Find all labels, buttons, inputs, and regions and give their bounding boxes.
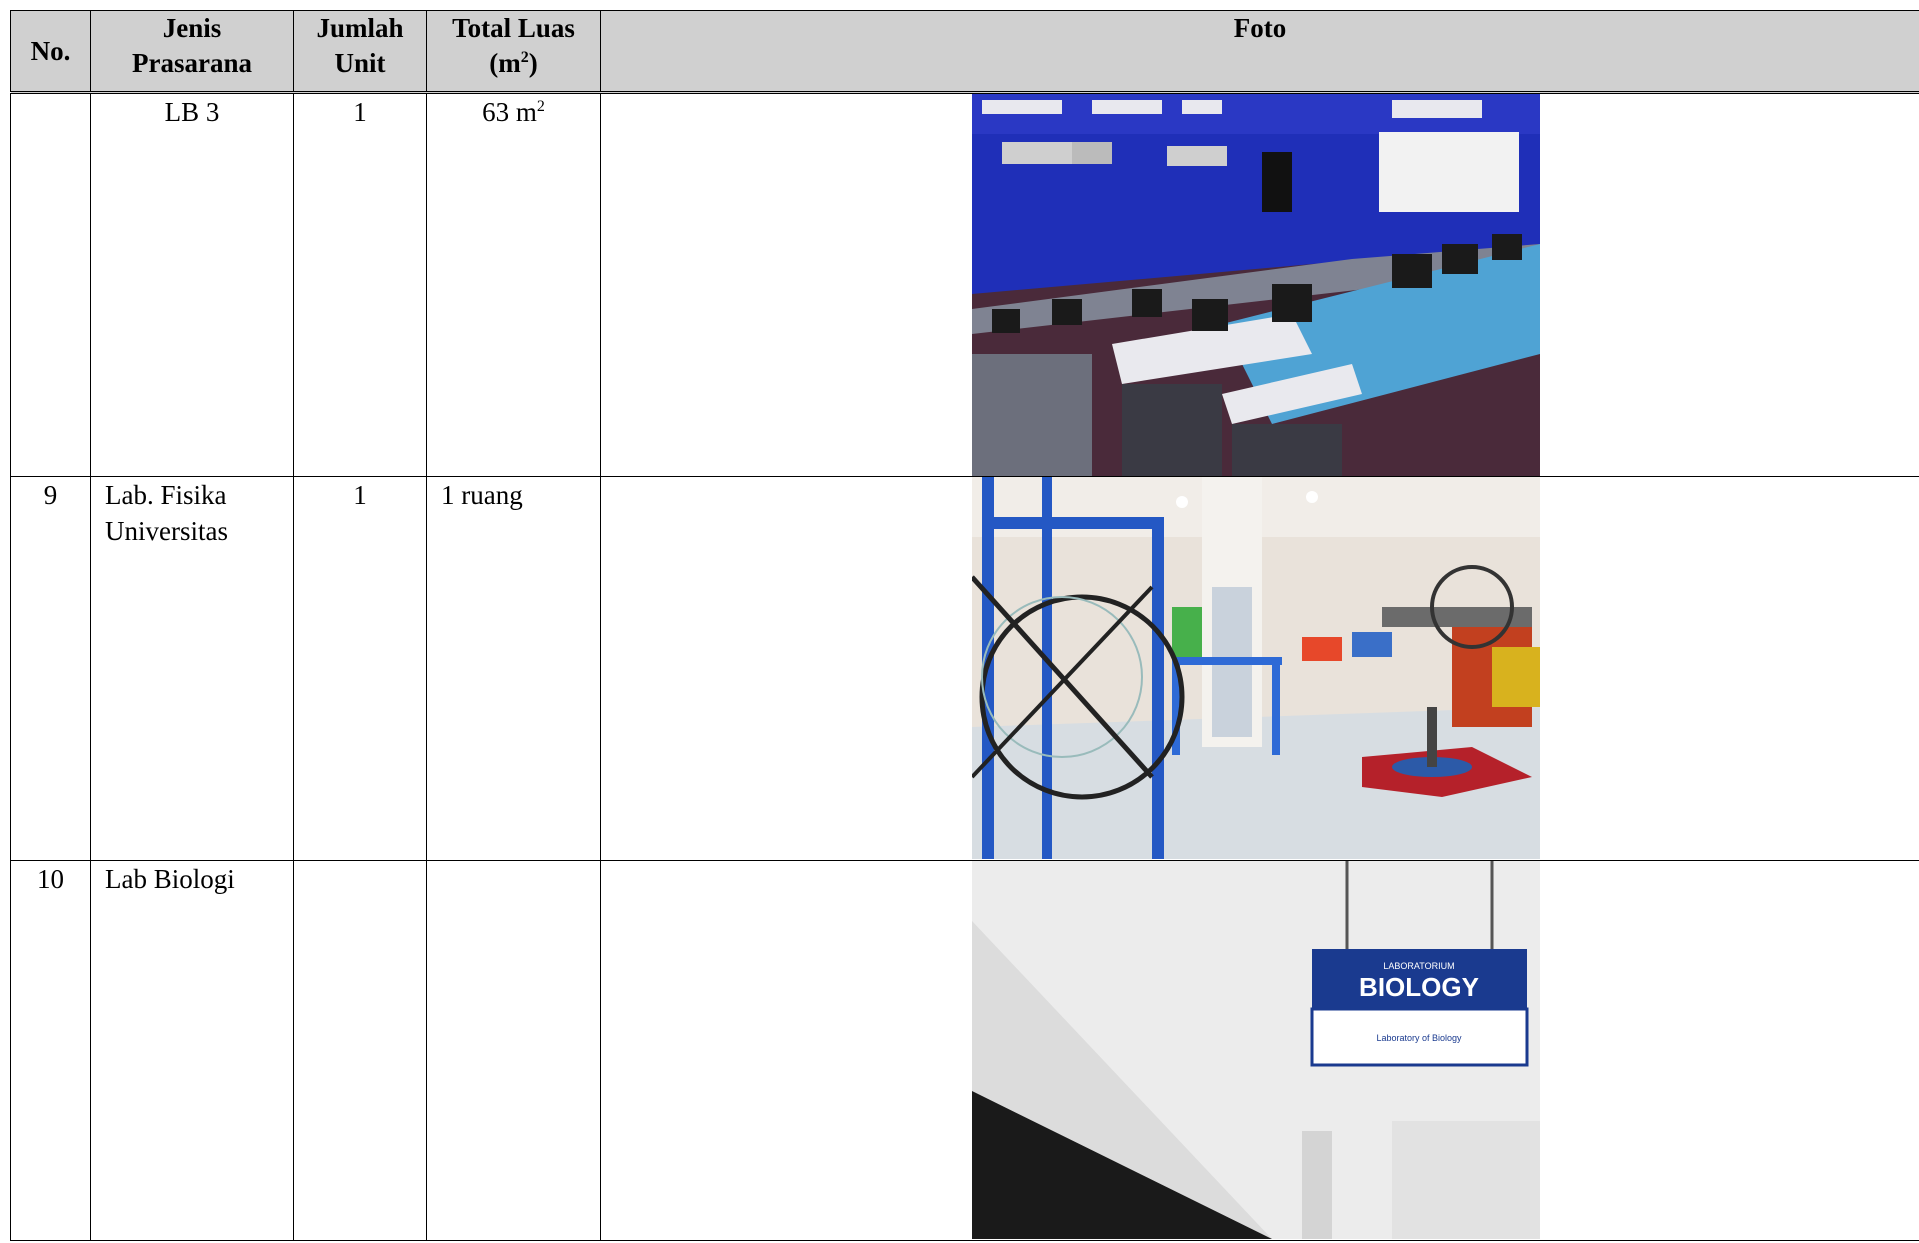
header-jumlah-line2: Unit [334, 48, 386, 78]
cell-luas: 1 ruang [426, 476, 601, 861]
header-luas-line1: Total Luas [452, 13, 575, 43]
physics-lab-image [972, 477, 1540, 859]
header-jenis-prasarana: Jenis Prasarana [90, 10, 294, 93]
cell-jenis: Lab Biologi [90, 860, 294, 1241]
cell-jenis: LB 3 [90, 92, 294, 477]
cell-foto: LABORATORIUM BIOLOGY Laboratory of Biolo… [600, 860, 1919, 1241]
cell-jumlah [293, 860, 427, 1241]
cell-no: 10 [10, 860, 91, 1241]
cell-no [10, 92, 91, 477]
cell-luas-value: 63 m [482, 97, 537, 127]
cell-foto [600, 92, 1919, 477]
biology-lab-photo: LABORATORIUM BIOLOGY Laboratory of Biolo… [972, 861, 1540, 1239]
prasarana-table: No. Jenis Prasarana Jumlah Unit Total Lu… [10, 10, 1919, 1241]
computer-lab-photo [972, 94, 1540, 476]
header-jumlah-line1: Jumlah [316, 13, 404, 43]
cell-jenis-line1: LB 3 [164, 97, 220, 127]
biology-lab-image: LABORATORIUM BIOLOGY Laboratory of Biolo… [972, 861, 1540, 1239]
header-jumlah-unit: Jumlah Unit [293, 10, 427, 93]
sign-line3: Laboratory of Biology [1376, 1033, 1462, 1043]
header-jenis-line1: Jenis [162, 13, 222, 43]
cell-jenis-line1: Lab. Fisika [105, 480, 227, 510]
cell-no: 9 [10, 476, 91, 861]
cell-luas [426, 860, 601, 1241]
table-row: 9 Lab. Fisika Universitas 1 1 ruang [10, 476, 1919, 861]
cell-jenis: Lab. Fisika Universitas [90, 476, 294, 861]
computer-lab-image [972, 94, 1540, 476]
header-luas-unit: (m [489, 48, 521, 78]
cell-foto [600, 476, 1919, 861]
physics-lab-photo [972, 477, 1540, 859]
table-header-row: No. Jenis Prasarana Jumlah Unit Total Lu… [10, 10, 1919, 93]
cell-jumlah: 1 [293, 476, 427, 861]
cell-luas: 63 m2 [426, 92, 601, 477]
header-luas-close: ) [528, 48, 538, 78]
cell-jumlah: 1 [293, 92, 427, 477]
sign-line2: BIOLOGY [1359, 972, 1479, 1002]
header-jenis-line2: Prasarana [132, 48, 252, 78]
header-luas-sup: 2 [520, 49, 529, 66]
sign-line1: LABORATORIUM [1383, 961, 1454, 971]
header-total-luas: Total Luas (m2) [426, 10, 601, 93]
header-foto: Foto [600, 10, 1919, 93]
header-luas-line2: (m2) [427, 46, 600, 81]
cell-jenis-line1: Lab Biologi [105, 864, 235, 894]
cell-luas-value: 1 ruang [441, 480, 523, 510]
table-row: LB 3 1 63 m2 [10, 92, 1919, 477]
cell-jenis-line2: Universitas [105, 516, 228, 546]
cell-luas-sup: 2 [536, 98, 545, 115]
table-row: 10 Lab Biologi LABORATORIUM BIOLOGY Labo… [10, 860, 1919, 1241]
header-no: No. [10, 10, 91, 93]
